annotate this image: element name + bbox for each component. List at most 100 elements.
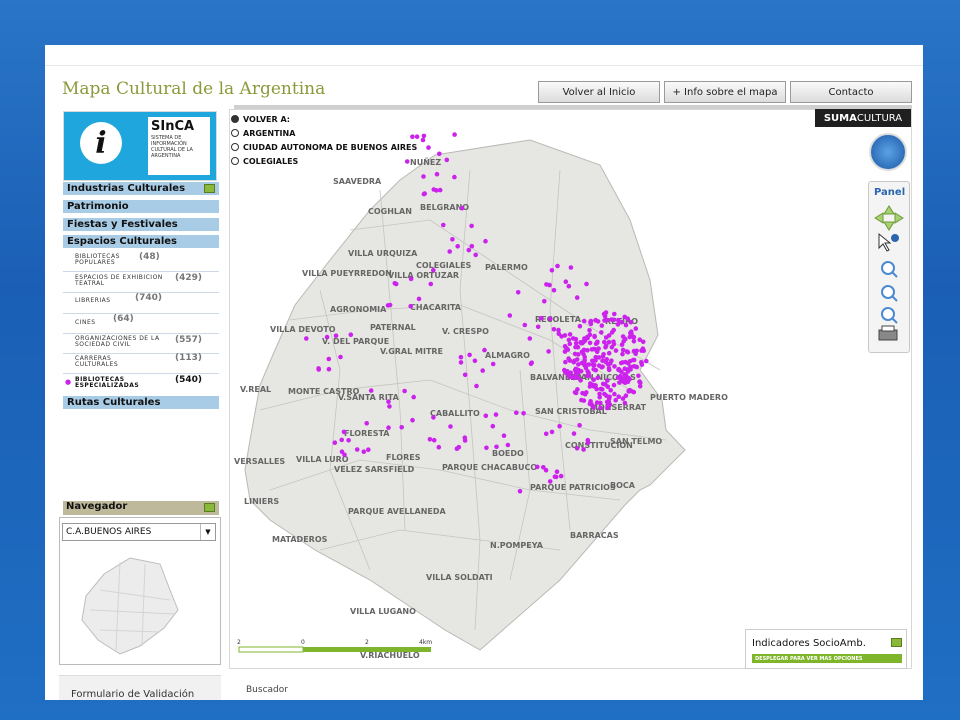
map-point[interactable]: [566, 337, 572, 343]
map-point[interactable]: [543, 431, 549, 437]
map-point[interactable]: [604, 399, 610, 405]
map-point[interactable]: [601, 352, 606, 357]
back-home-button[interactable]: Volver al Inicio: [538, 81, 660, 103]
map-point[interactable]: [515, 290, 521, 295]
map-point[interactable]: [582, 354, 587, 360]
map-point[interactable]: [346, 438, 351, 443]
map-point[interactable]: [521, 411, 526, 416]
map-point[interactable]: [572, 351, 578, 357]
map-point[interactable]: [421, 191, 427, 197]
map-point[interactable]: [613, 348, 619, 353]
category-rutas[interactable]: Rutas Culturales: [63, 396, 219, 410]
map-point[interactable]: [484, 445, 489, 451]
search-label[interactable]: Buscador: [246, 685, 288, 695]
map-point[interactable]: [480, 368, 485, 373]
map-point[interactable]: [341, 429, 347, 435]
map-point[interactable]: [557, 423, 562, 429]
map-point[interactable]: [606, 366, 612, 371]
map-point[interactable]: [602, 318, 607, 323]
map-point[interactable]: [469, 243, 475, 249]
map-point[interactable]: [368, 388, 374, 393]
map-point[interactable]: [573, 366, 579, 372]
collapse-toggle-icon[interactable]: [204, 503, 215, 512]
expand-toggle-icon[interactable]: [204, 184, 215, 193]
map-point[interactable]: [603, 343, 609, 349]
category-espacios[interactable]: Espacios Culturales: [63, 235, 219, 249]
map-point[interactable]: [559, 334, 564, 339]
map-point[interactable]: [392, 281, 398, 286]
map-point[interactable]: [562, 349, 568, 354]
map-point[interactable]: [593, 367, 599, 373]
map-point[interactable]: [548, 316, 553, 322]
subitem-organizaciones[interactable]: ORGANIZACIONES DE LA SOCIEDAD CIVIL (557…: [63, 334, 219, 354]
map-point[interactable]: [631, 334, 637, 340]
indicators-expand-link[interactable]: DESPLEGAR PARA VER MAS OPCIONES: [752, 654, 902, 663]
sinca-logo[interactable]: i SInCA SISTEMA DE INFORMACIÓN CULTURAL …: [63, 111, 217, 181]
map-point[interactable]: [469, 223, 474, 229]
map-point[interactable]: [609, 345, 615, 350]
map-point[interactable]: [421, 133, 427, 139]
map-point[interactable]: [473, 252, 478, 258]
map-point[interactable]: [605, 378, 610, 383]
map-point[interactable]: [567, 341, 573, 347]
map-point[interactable]: [581, 347, 587, 353]
map-point[interactable]: [578, 378, 583, 383]
map-point[interactable]: [466, 247, 472, 253]
map-point[interactable]: [338, 354, 343, 360]
breadcrumb-argentina[interactable]: ARGENTINA: [231, 129, 295, 138]
map-point[interactable]: [612, 364, 617, 369]
map-point[interactable]: [555, 263, 560, 269]
map-point[interactable]: [483, 238, 488, 244]
map-point[interactable]: [620, 334, 626, 339]
map-point[interactable]: [591, 362, 596, 368]
map-point[interactable]: [558, 473, 564, 479]
map-point[interactable]: [577, 423, 582, 428]
map-point[interactable]: [514, 410, 519, 416]
map-point[interactable]: [602, 391, 607, 397]
map-point[interactable]: [571, 375, 576, 381]
map-point[interactable]: [595, 339, 600, 345]
map-point[interactable]: [434, 171, 440, 177]
map-point[interactable]: [339, 449, 345, 455]
map-point[interactable]: [333, 333, 339, 338]
map-point[interactable]: [551, 287, 557, 293]
map-point[interactable]: [408, 303, 413, 309]
map-point[interactable]: [386, 425, 391, 431]
map-point[interactable]: [616, 366, 622, 372]
map-point[interactable]: [613, 397, 618, 403]
map-point[interactable]: [593, 354, 598, 360]
map-point[interactable]: [593, 383, 598, 388]
map-point[interactable]: [603, 382, 608, 387]
map-point[interactable]: [595, 375, 601, 381]
map-point[interactable]: [585, 334, 590, 340]
map-point[interactable]: [421, 174, 426, 179]
map-point[interactable]: [354, 447, 360, 452]
subitem-librerias[interactable]: LIBRERIAS (740): [63, 294, 219, 314]
map-point[interactable]: [609, 317, 614, 322]
map-point[interactable]: [590, 358, 595, 364]
map-point[interactable]: [483, 413, 489, 419]
map-point[interactable]: [450, 237, 455, 242]
map-point[interactable]: [324, 334, 330, 340]
map-point[interactable]: [606, 350, 612, 356]
map-point[interactable]: [529, 360, 534, 365]
category-industrias[interactable]: Industrias Culturales: [63, 182, 219, 196]
map-point[interactable]: [332, 440, 338, 446]
map-point[interactable]: [402, 388, 407, 394]
chevron-down-icon[interactable]: ▼: [200, 524, 215, 540]
map-point[interactable]: [616, 317, 621, 323]
map-point[interactable]: [573, 340, 579, 346]
subitem-bibliotecas-especializadas[interactable]: ● BIBLIOTECAS ESPECIALIZADAS (540): [63, 375, 219, 395]
map-point[interactable]: [566, 283, 572, 289]
map-point[interactable]: [535, 324, 541, 330]
map-point[interactable]: [574, 446, 580, 451]
map-point[interactable]: [490, 423, 496, 429]
indicators-toggle[interactable]: [891, 638, 902, 647]
map-point[interactable]: [624, 349, 630, 354]
map-point[interactable]: [598, 400, 603, 406]
map-point[interactable]: [444, 157, 450, 163]
map-point[interactable]: [591, 377, 596, 383]
map-point[interactable]: [619, 378, 624, 383]
map-point[interactable]: [437, 187, 443, 193]
map-point[interactable]: [604, 357, 609, 362]
